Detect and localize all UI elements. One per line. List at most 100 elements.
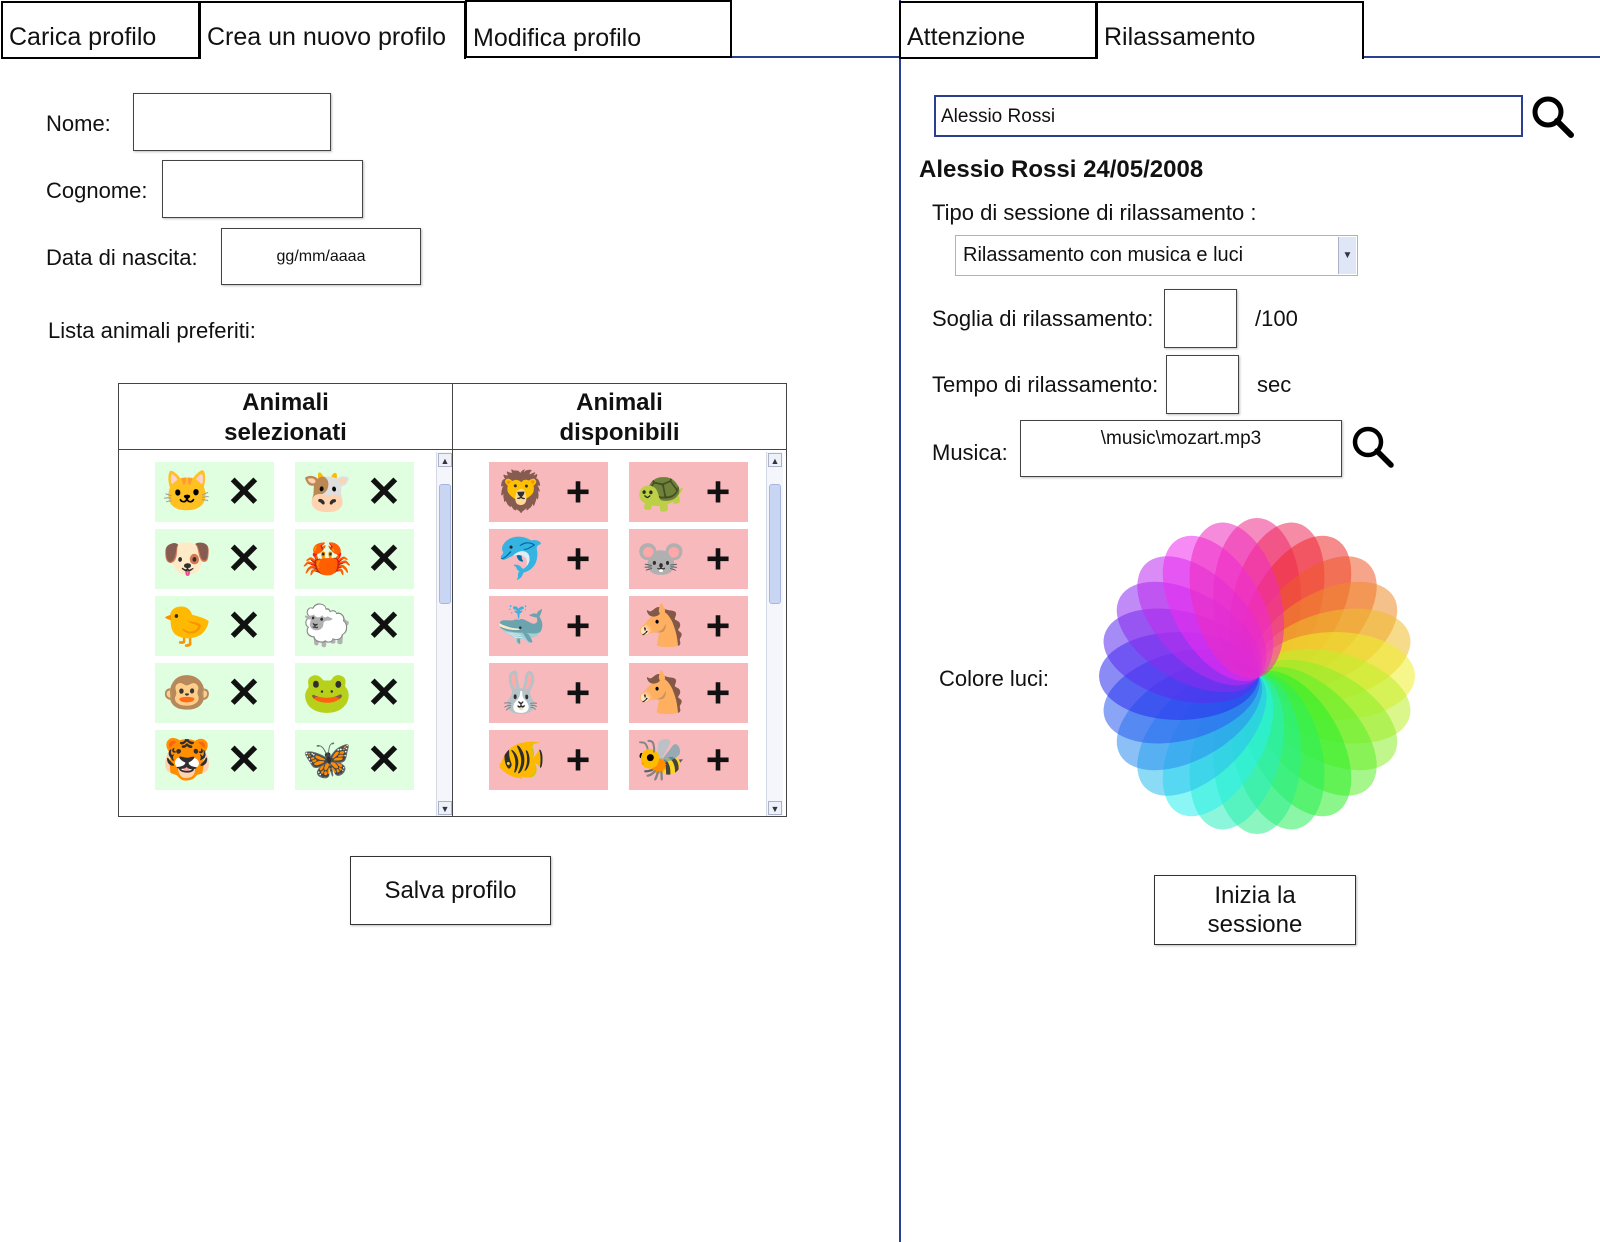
available-animals-panel: Animali disponibili 🦁 + 🐢 + 🐬 + 🐭 + 🐳 + 🐴 + 🐰 + 🐴 + 🐠 + 🐝 +… (452, 383, 787, 817)
available-animal-item[interactable]: 🐠 + (489, 730, 608, 790)
vertical-divider (899, 0, 901, 1242)
available-animals-header: Animali disponibili (453, 384, 786, 450)
available-animal-item[interactable]: 🦁 + (489, 462, 608, 522)
remove-icon[interactable]: ✕ (219, 730, 269, 790)
remove-icon[interactable]: ✕ (219, 596, 269, 656)
tab-crea-nuovo-profilo[interactable]: Crea un nuovo profilo (199, 1, 466, 59)
scroll-thumb[interactable] (439, 484, 451, 604)
add-icon[interactable]: + (693, 730, 743, 790)
music-search-icon[interactable] (1350, 424, 1396, 470)
remove-icon[interactable]: ✕ (359, 596, 409, 656)
animal-icon: 🐯 (162, 738, 212, 782)
color-wheel[interactable] (1092, 516, 1422, 836)
add-icon[interactable]: + (693, 663, 743, 723)
remove-icon[interactable]: ✕ (359, 462, 409, 522)
selected-animal-item[interactable]: 🐤 ✕ (155, 596, 274, 656)
cognome-input[interactable] (162, 160, 363, 218)
add-icon[interactable]: + (553, 596, 603, 656)
selected-animal-item[interactable]: 🐱 ✕ (155, 462, 274, 522)
animal-icon: 🐠 (496, 738, 546, 782)
animal-icon: 🦋 (302, 738, 352, 782)
animal-icon: 🐳 (496, 604, 546, 648)
available-animal-item[interactable]: 🐴 + (629, 663, 748, 723)
animal-icon: 🐸 (302, 671, 352, 715)
add-icon[interactable]: + (693, 462, 743, 522)
add-icon[interactable]: + (693, 596, 743, 656)
selected-animal-item[interactable]: 🐮 ✕ (295, 462, 414, 522)
time-label: Tempo di rilassamento: (932, 372, 1159, 397)
salva-profilo-button[interactable]: Salva profilo (350, 856, 551, 925)
time-unit: sec (1257, 372, 1292, 397)
available-scrollbar[interactable]: ▲ ▼ (766, 452, 783, 816)
scroll-down-icon[interactable]: ▼ (768, 801, 782, 815)
selected-animal-item[interactable]: 🦋 ✕ (295, 730, 414, 790)
selected-animals-panel: Animali selezionati 🐱 ✕ 🐮 ✕ 🐶 ✕ 🦀 ✕ 🐤 ✕ 🐑 ✕ 🐵 ✕ 🐸 ✕ 🐯 ✕ 🦋 ✕… (118, 383, 453, 817)
selected-animals-title: Animali selezionati (224, 389, 347, 446)
data-nascita-label: Data di nascita: (46, 245, 198, 270)
available-animal-item[interactable]: 🐝 + (629, 730, 748, 790)
remove-icon[interactable]: ✕ (219, 529, 269, 589)
threshold-input[interactable] (1164, 289, 1237, 348)
patient-title: Alessio Rossi 24/05/2008 (919, 156, 1204, 183)
time-input[interactable] (1166, 355, 1239, 414)
tab-carica-profilo[interactable]: Carica profilo (1, 1, 200, 59)
selected-animal-item[interactable]: 🐸 ✕ (295, 663, 414, 723)
animal-icon: 🐴 (636, 604, 686, 648)
selected-animal-item[interactable]: 🐯 ✕ (155, 730, 274, 790)
animal-icon: 🐑 (302, 604, 352, 648)
animal-icon: 🐭 (636, 537, 686, 581)
data-nascita-placeholder: gg/mm/aaaa (276, 247, 366, 265)
nome-label: Nome: (46, 111, 111, 136)
selected-scrollbar[interactable]: ▲ ▼ (436, 452, 453, 816)
tab-attenzione[interactable]: Attenzione (899, 1, 1097, 59)
chevron-down-icon[interactable]: ▼ (1338, 237, 1356, 274)
data-nascita-input[interactable]: gg/mm/aaaa (221, 228, 421, 285)
remove-icon[interactable]: ✕ (359, 529, 409, 589)
animal-icon: 🦀 (302, 537, 352, 581)
patient-search-input[interactable]: Alessio Rossi (934, 95, 1523, 137)
add-icon[interactable]: + (693, 529, 743, 589)
remove-icon[interactable]: ✕ (359, 730, 409, 790)
animal-icon: 🐵 (162, 671, 212, 715)
remove-icon[interactable]: ✕ (359, 663, 409, 723)
session-type-select[interactable]: Rilassamento con musica e luci ▼ (955, 235, 1358, 276)
add-icon[interactable]: + (553, 462, 603, 522)
available-animal-item[interactable]: 🐭 + (629, 529, 748, 589)
inizia-sessione-button[interactable]: Inizia la sessione (1154, 875, 1356, 945)
threshold-unit: /100 (1255, 306, 1298, 331)
scroll-up-icon[interactable]: ▲ (768, 453, 782, 467)
scroll-up-icon[interactable]: ▲ (438, 453, 452, 467)
music-file-input[interactable]: \music\mozart.mp3 (1020, 420, 1342, 477)
tab-rilassamento[interactable]: Rilassamento (1096, 1, 1364, 59)
available-animal-item[interactable]: 🐳 + (489, 596, 608, 656)
remove-icon[interactable]: ✕ (219, 663, 269, 723)
add-icon[interactable]: + (553, 529, 603, 589)
scroll-thumb[interactable] (769, 484, 781, 604)
selected-animal-item[interactable]: 🐑 ✕ (295, 596, 414, 656)
nome-input[interactable] (133, 93, 331, 151)
available-animal-item[interactable]: 🐢 + (629, 462, 748, 522)
available-animal-item[interactable]: 🐴 + (629, 596, 748, 656)
threshold-label: Soglia di rilassamento: (932, 306, 1154, 331)
available-animal-item[interactable]: 🐰 + (489, 663, 608, 723)
remove-icon[interactable]: ✕ (219, 462, 269, 522)
selected-animal-item[interactable]: 🐵 ✕ (155, 663, 274, 723)
available-animals-title: Animali disponibili (559, 389, 680, 446)
animal-icon: 🐰 (496, 671, 546, 715)
session-type-value: Rilassamento con musica e luci (963, 244, 1244, 266)
animal-icon: 🐬 (496, 537, 546, 581)
animal-icon: 🐢 (636, 470, 686, 514)
color-label: Colore luci: (939, 666, 1050, 691)
animal-icon: 🐮 (302, 470, 352, 514)
tab-modifica-profilo[interactable]: Modifica profilo (465, 0, 732, 58)
header-line-left (720, 56, 900, 58)
scroll-down-icon[interactable]: ▼ (438, 801, 452, 815)
add-icon[interactable]: + (553, 730, 603, 790)
header-line-right (1364, 56, 1600, 58)
selected-animal-item[interactable]: 🦀 ✕ (295, 529, 414, 589)
selected-animal-item[interactable]: 🐶 ✕ (155, 529, 274, 589)
search-icon[interactable] (1530, 94, 1576, 140)
animal-icon: 🦁 (496, 470, 546, 514)
add-icon[interactable]: + (553, 663, 603, 723)
available-animal-item[interactable]: 🐬 + (489, 529, 608, 589)
